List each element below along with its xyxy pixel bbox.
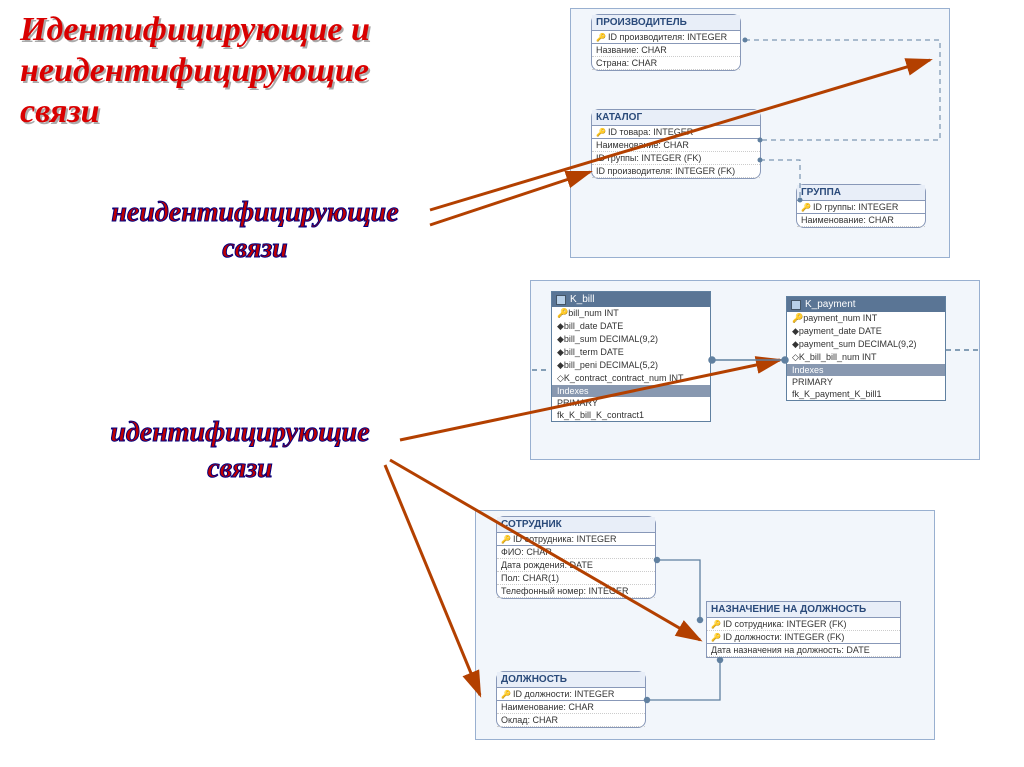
diagram-panel-middle: K_bill 🔑bill_num INT ◆bill_date DATE ◆bi…: [530, 280, 980, 460]
diagram-panel-bottom: СОТРУДНИК 🔑ID сотрудника: INTEGER ФИО: C…: [475, 510, 935, 740]
entity-col: 🔑payment_num INT: [787, 312, 945, 325]
entity-pk: 🔑ID товара: INTEGER: [592, 126, 760, 139]
entity-pk: 🔑ID должности: INTEGER: [497, 688, 645, 701]
indexes-header: Indexes: [787, 364, 945, 376]
entity-position: ДОЛЖНОСТЬ 🔑ID должности: INTEGER Наимено…: [496, 671, 646, 728]
entity-pk: 🔑ID группы: INTEGER: [797, 201, 925, 214]
label-identifying: идентифицирующие связи: [80, 415, 400, 488]
entity-col: 🔑bill_num INT: [552, 307, 710, 320]
entity-catalog: КАТАЛОГ 🔑ID товара: INTEGER Наименование…: [591, 109, 761, 179]
entity-header: НАЗНАЧЕНИЕ НА ДОЛЖНОСТЬ: [707, 602, 900, 618]
entity-attr: Наименование: CHAR: [497, 701, 645, 714]
entity-attr: Телефонный номер: INTEGER: [497, 585, 655, 598]
entity-col: ◆payment_date DATE: [787, 325, 945, 338]
index-row: fk_K_bill_K_contract1: [552, 409, 710, 421]
entity-assignment: НАЗНАЧЕНИЕ НА ДОЛЖНОСТЬ 🔑ID сотрудника: …: [706, 601, 901, 658]
entity-kbill: K_bill 🔑bill_num INT ◆bill_date DATE ◆bi…: [551, 291, 711, 422]
entity-attr: Наименование: CHAR: [592, 139, 760, 152]
entity-attr: ID группы: INTEGER (FK): [592, 152, 760, 165]
entity-col: ◆bill_sum DECIMAL(9,2): [552, 333, 710, 346]
entity-header: ГРУППА: [797, 185, 925, 201]
title-line-1: Идентифицирующие и: [20, 11, 370, 48]
entity-col: ◇K_bill_bill_num INT: [787, 351, 945, 364]
entity-header: K_payment: [787, 297, 945, 312]
entity-pk: 🔑ID производителя: INTEGER: [592, 31, 740, 44]
arrow-nonident-2: [430, 172, 590, 225]
main-title: Идентифицирующие и неидентифицирующие св…: [20, 10, 520, 132]
entity-attr: Оклад: CHAR: [497, 714, 645, 727]
entity-header: КАТАЛОГ: [592, 110, 760, 126]
entity-pk: 🔑ID сотрудника: INTEGER: [497, 533, 655, 546]
entity-col: ◆payment_sum DECIMAL(9,2): [787, 338, 945, 351]
entity-employee: СОТРУДНИК 🔑ID сотрудника: INTEGER ФИО: C…: [496, 516, 656, 599]
entity-col: ◆bill_term DATE: [552, 346, 710, 359]
index-row: fk_K_payment_K_bill1: [787, 388, 945, 400]
entity-attr: Страна: CHAR: [592, 57, 740, 70]
index-row: PRIMARY: [787, 376, 945, 388]
entity-header: ДОЛЖНОСТЬ: [497, 672, 645, 688]
entity-group: ГРУППА 🔑ID группы: INTEGER Наименование:…: [796, 184, 926, 228]
entity-pk: 🔑ID должности: INTEGER (FK): [707, 631, 900, 644]
diagram-panel-top: ПРОИЗВОДИТЕЛЬ 🔑ID производителя: INTEGER…: [570, 8, 950, 258]
arrow-ident-3: [385, 465, 480, 695]
entity-attr: Название: CHAR: [592, 44, 740, 57]
entity-pk: 🔑ID сотрудника: INTEGER (FK): [707, 618, 900, 631]
entity-kpayment: K_payment 🔑payment_num INT ◆payment_date…: [786, 296, 946, 401]
entity-col: ◇K_contract_contract_num INT: [552, 372, 710, 385]
entity-producer: ПРОИЗВОДИТЕЛЬ 🔑ID производителя: INTEGER…: [591, 14, 741, 71]
entity-attr: Пол: CHAR(1): [497, 572, 655, 585]
table-icon: [791, 300, 801, 310]
entity-col: ◆bill_peni DECIMAL(5,2): [552, 359, 710, 372]
entity-header: ПРОИЗВОДИТЕЛЬ: [592, 15, 740, 31]
title-line-3: связи: [20, 93, 100, 130]
table-icon: [556, 295, 566, 305]
index-row: PRIMARY: [552, 397, 710, 409]
entity-col: ◆bill_date DATE: [552, 320, 710, 333]
label-nonidentifying: неидентифицирующие связи: [80, 195, 430, 268]
entity-attr: ID производителя: INTEGER (FK): [592, 165, 760, 178]
entity-attr: Наименование: CHAR: [797, 214, 925, 227]
entity-attr: Дата назначения на должность: DATE: [707, 644, 900, 657]
entity-header: K_bill: [552, 292, 710, 307]
entity-attr: Дата рождения: DATE: [497, 559, 655, 572]
title-line-2: неидентифицирующие: [20, 52, 369, 89]
indexes-header: Indexes: [552, 385, 710, 397]
entity-header: СОТРУДНИК: [497, 517, 655, 533]
entity-attr: ФИО: CHAR: [497, 546, 655, 559]
